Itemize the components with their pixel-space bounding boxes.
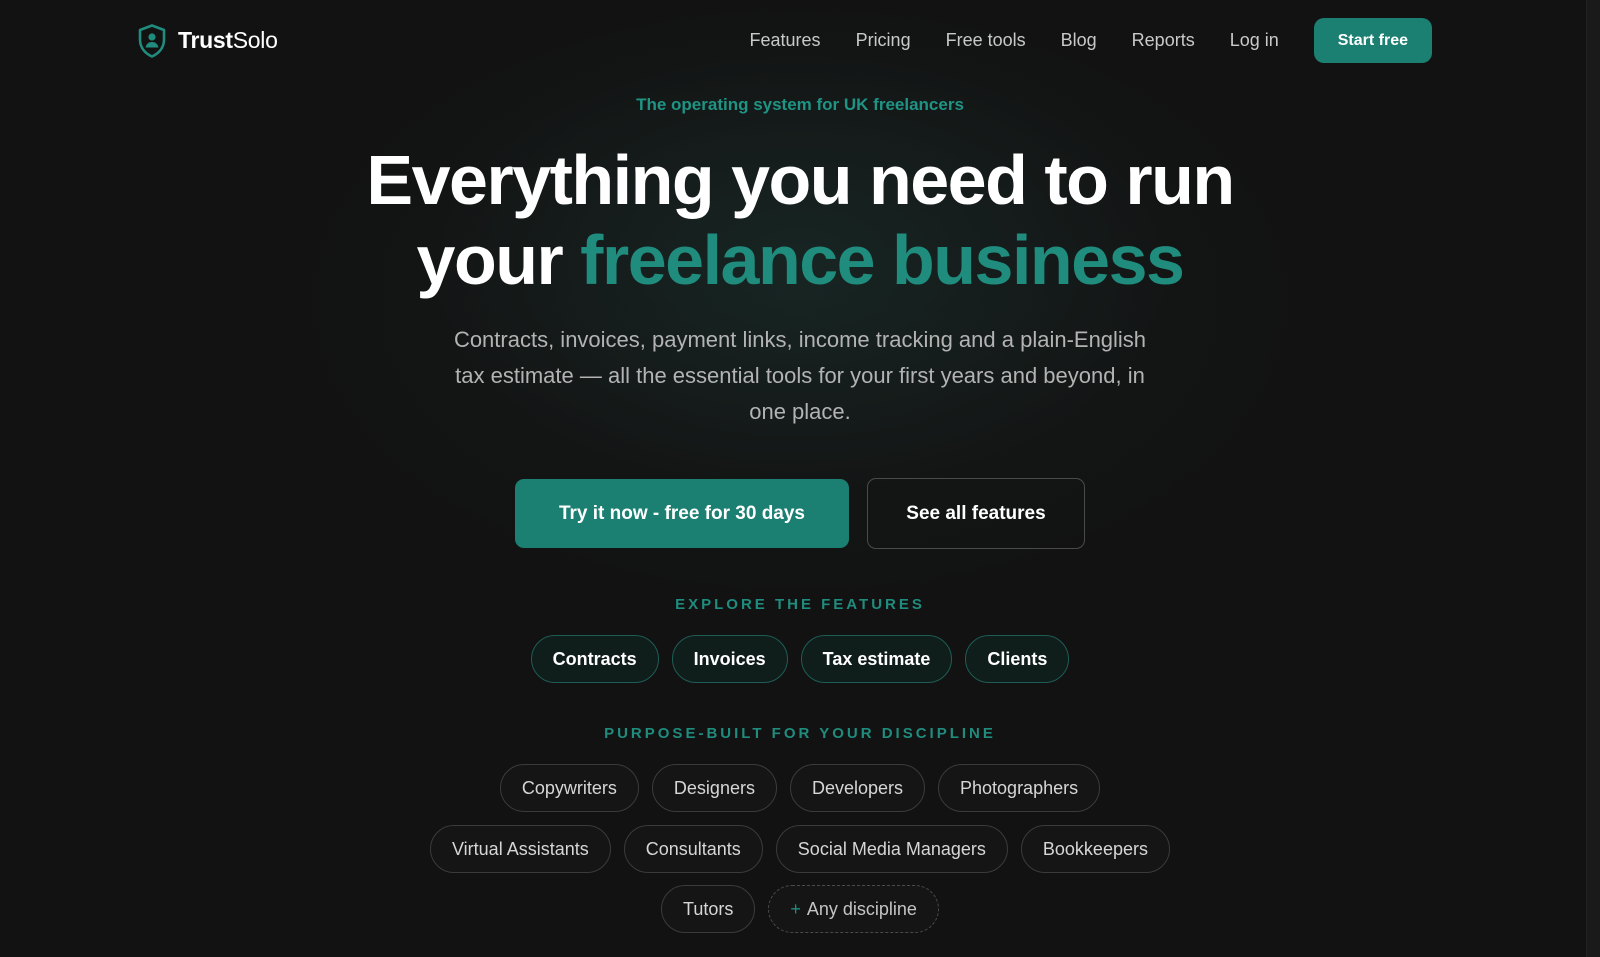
hero-eyebrow: The operating system for UK freelancers (636, 95, 964, 114)
nav-link-reports[interactable]: Reports (1132, 30, 1195, 51)
headline-line-2-plain: your (416, 221, 581, 299)
try-free-button[interactable]: Try it now - free for 30 days (515, 479, 849, 548)
any-discipline-label: Any discipline (806, 898, 917, 919)
discipline-chip-developers[interactable]: Developers (789, 764, 926, 812)
brand-name: TrustSolo (178, 27, 278, 53)
nav-link-log-in[interactable]: Log in (1230, 30, 1279, 51)
see-all-features-button[interactable]: See all features (867, 478, 1085, 549)
nav-links: Features Pricing Free tools Blog Reports… (750, 18, 1432, 63)
features-section-label: EXPLORE THE FEATURES (675, 596, 925, 613)
discipline-chip-copywriters[interactable]: Copywriters (499, 764, 639, 812)
headline-accent: freelance business (580, 221, 1185, 299)
nav-link-features[interactable]: Features (750, 30, 821, 51)
feature-chip-contracts[interactable]: Contracts (530, 635, 659, 683)
discipline-section-label: PURPOSE-BUILT FOR YOUR DISCIPLINE (604, 725, 996, 742)
discipline-chips-row-1: Copywriters Designers Developers Photogr… (0, 764, 1600, 812)
scrollbar[interactable] (1586, 0, 1600, 957)
discipline-chip-photographers[interactable]: Photographers (938, 764, 1101, 812)
plus-icon: + (790, 898, 801, 919)
headline-line-1: Everything you need to run (366, 141, 1235, 219)
discipline-chips-row-2: Virtual Assistants Consultants Social Me… (0, 825, 1600, 873)
discipline-chip-virtual-assistants[interactable]: Virtual Assistants (430, 825, 611, 873)
feature-chip-clients[interactable]: Clients (965, 635, 1070, 683)
any-discipline-chip[interactable]: + Any discipline (768, 885, 939, 933)
nav-link-pricing[interactable]: Pricing (856, 30, 911, 51)
start-free-button[interactable]: Start free (1313, 18, 1432, 63)
discipline-chip-tutors[interactable]: Tutors (661, 885, 756, 933)
hero-cta-row: Try it now - free for 30 days See all fe… (0, 478, 1600, 549)
feature-chip-invoices[interactable]: Invoices (671, 635, 788, 683)
hero-headline: Everything you need to run your freelanc… (0, 140, 1600, 300)
nav-link-blog[interactable]: Blog (1061, 30, 1097, 51)
feature-chip-tax-estimate[interactable]: Tax estimate (800, 635, 953, 683)
discipline-chip-social-media-managers[interactable]: Social Media Managers (775, 825, 1008, 873)
hero-subtitle: Contracts, invoices, payment links, inco… (453, 327, 1147, 424)
brand-logo[interactable]: TrustSolo (138, 23, 278, 58)
discipline-chip-consultants[interactable]: Consultants (623, 825, 763, 873)
discipline-chip-designers[interactable]: Designers (651, 764, 777, 812)
feature-chips: Contracts Invoices Tax estimate Clients (0, 635, 1600, 683)
discipline-chips-row-3: Tutors + Any discipline (0, 885, 1600, 933)
discipline-chip-bookkeepers[interactable]: Bookkeepers (1020, 825, 1170, 873)
top-navbar: TrustSolo Features Pricing Free tools Bl… (138, 18, 1432, 63)
nav-link-free-tools[interactable]: Free tools (946, 30, 1026, 51)
shield-user-icon (138, 23, 166, 58)
landing-page: TrustSolo Features Pricing Free tools Bl… (0, 0, 1600, 957)
